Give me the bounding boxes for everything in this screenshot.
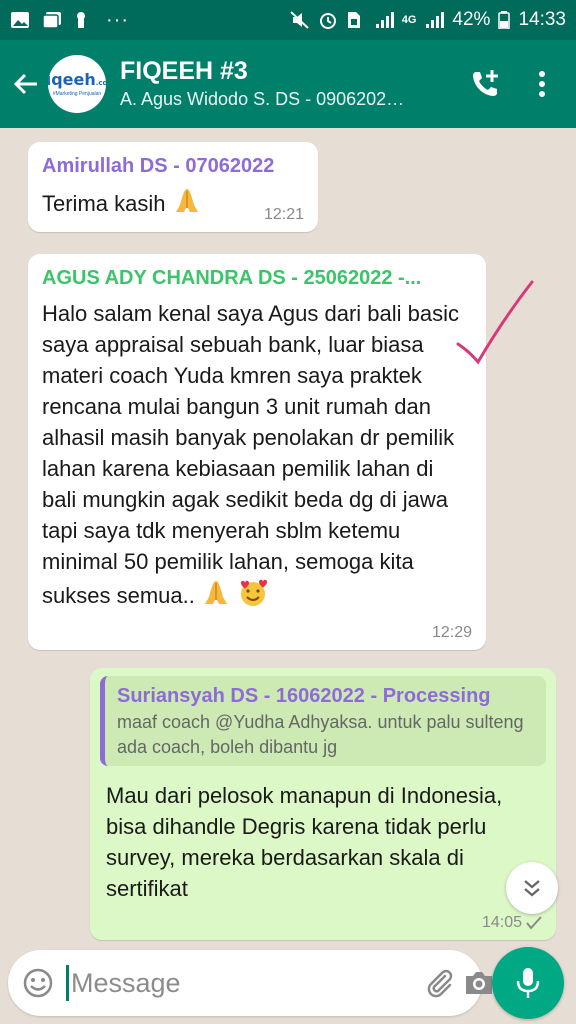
quoted-message[interactable]: Suriansyah DS - 16062022 - Processing ma… bbox=[100, 676, 546, 766]
group-avatar[interactable]: fiqeeh.com #Marketing Penjualan bbox=[48, 55, 106, 113]
attach-button[interactable] bbox=[425, 961, 455, 1005]
message-bubble-outgoing[interactable]: Suriansyah DS - 16062022 - Processing ma… bbox=[90, 668, 556, 940]
chat-title: FIQEEH #3 bbox=[120, 57, 248, 85]
message-time: 14:05 bbox=[481, 914, 522, 931]
quoted-text: maaf coach @Yudha Adhyaksa. untuk palu s… bbox=[117, 712, 524, 757]
camera-button[interactable] bbox=[463, 961, 495, 1005]
signal-icon bbox=[374, 11, 394, 29]
message-text: Halo salam kenal saya Agus dari bali bas… bbox=[42, 301, 460, 608]
more-dots-icon: ··· bbox=[106, 8, 129, 31]
message-time: 12:29 bbox=[431, 624, 472, 641]
menu-dots-icon bbox=[539, 71, 545, 97]
emoji-icon bbox=[23, 968, 53, 998]
mic-icon bbox=[516, 968, 540, 998]
message-sender: AGUS ADY CHANDRA DS - 25062022 -... bbox=[42, 267, 422, 289]
attach-icon bbox=[427, 969, 453, 998]
check-icon bbox=[526, 916, 542, 930]
lock-icon bbox=[74, 11, 94, 29]
alarm-icon bbox=[318, 11, 338, 29]
back-arrow-icon bbox=[13, 73, 37, 95]
voice-record-button[interactable] bbox=[492, 947, 564, 1019]
battery-icon bbox=[498, 11, 511, 30]
message-sender: Amirullah DS - 07062022 bbox=[42, 155, 275, 177]
avatar-tagline: #Marketing Penjualan bbox=[52, 90, 102, 97]
message-bubble[interactable]: Amirullah DS - 07062022 Terima kasih 12:… bbox=[28, 142, 318, 232]
network-type: 4G bbox=[401, 14, 417, 26]
message-compose-box bbox=[8, 950, 492, 1016]
chat-title-area[interactable]: FIQEEH #3 A. Agus Widodo S. DS - 0906202… bbox=[120, 56, 458, 112]
input-bar bbox=[0, 942, 576, 1024]
scroll-to-bottom-button[interactable] bbox=[506, 862, 558, 914]
chat-header: fiqeeh.com #Marketing Penjualan FIQEEH #… bbox=[0, 40, 576, 128]
chat-subtitle: A. Agus Widodo S. DS - 0906202… bbox=[120, 89, 405, 109]
quoted-sender: Suriansyah DS - 16062022 - Processing bbox=[117, 685, 491, 707]
camera-icon bbox=[466, 972, 492, 994]
scroll-down-icon bbox=[524, 880, 540, 897]
image-icon bbox=[10, 11, 30, 29]
message-text: Mau dari pelosok manapun di Indonesia, b… bbox=[106, 783, 503, 901]
add-call-icon bbox=[473, 70, 498, 96]
check-mark-annotation bbox=[456, 280, 534, 365]
clock: 14:33 bbox=[518, 9, 566, 30]
emoji-button[interactable] bbox=[22, 961, 54, 1005]
message-time: 12:21 bbox=[263, 206, 304, 223]
chat-area[interactable]: Amirullah DS - 07062022 Terima kasih 12:… bbox=[0, 128, 576, 942]
message-text: Terima kasih bbox=[42, 190, 166, 216]
avatar-logo: fiqeeh bbox=[48, 69, 96, 89]
message-bubble[interactable]: AGUS ADY CHANDRA DS - 25062022 -... Halo… bbox=[28, 254, 486, 650]
pray-emoji bbox=[201, 578, 231, 616]
mute-icon bbox=[290, 11, 310, 29]
message-time-area: 14:05 bbox=[482, 914, 542, 932]
menu-button[interactable] bbox=[514, 56, 570, 112]
back-button[interactable] bbox=[4, 62, 48, 106]
message-input[interactable] bbox=[66, 965, 425, 1001]
signal-icon bbox=[424, 11, 445, 29]
status-bar: ··· 4G 42% 14:33 bbox=[0, 0, 576, 40]
gallery-icon bbox=[42, 11, 62, 29]
sim-icon bbox=[346, 11, 366, 29]
avatar-logo-suffix: .com bbox=[95, 78, 106, 87]
smiling-hearts-emoji bbox=[237, 577, 269, 617]
battery-percent: 42% bbox=[452, 9, 491, 30]
pray-emoji bbox=[172, 186, 202, 224]
add-call-button[interactable] bbox=[458, 56, 514, 112]
